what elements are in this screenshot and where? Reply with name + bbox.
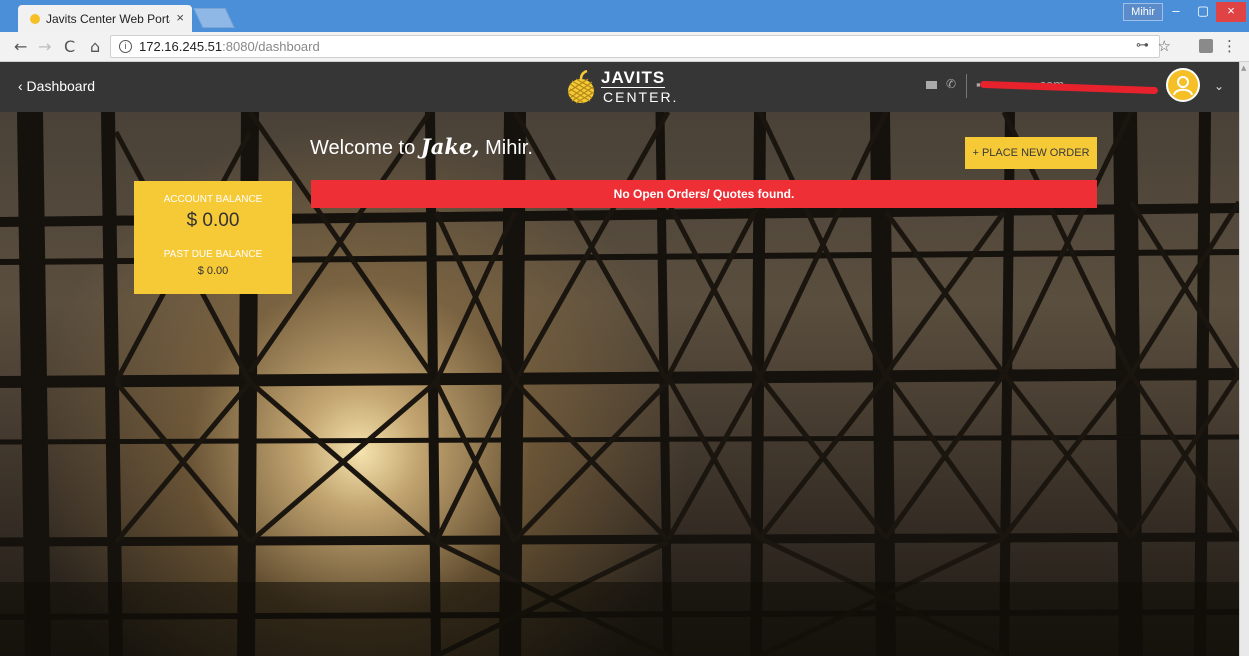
extension-icon[interactable] xyxy=(1199,39,1213,53)
app-header: ‹ Dashboard JAVITS CENTER. ✆ ▪▪▪▪▪▪▪▪▪▪▪… xyxy=(0,62,1239,112)
address-bar[interactable]: i 172.16.245.51:8080/dashboard xyxy=(110,35,1160,58)
past-due-balance-label: PAST DUE BALANCE xyxy=(163,249,263,260)
star-icon[interactable]: ☆ xyxy=(1158,37,1171,55)
dashboard-back-link[interactable]: ‹ Dashboard xyxy=(18,78,95,94)
welcome-prefix: Welcome to xyxy=(310,137,421,159)
menu-dots-icon[interactable]: ⋮ xyxy=(1222,37,1237,55)
past-due-balance-value: $ 0.00 xyxy=(197,265,229,277)
url-path: :8080/dashboard xyxy=(222,39,320,54)
browser-tab[interactable]: Javits Center Web Portal × xyxy=(18,5,192,32)
jake-brand-text: Jake, xyxy=(420,134,480,159)
profile-chip[interactable]: Mihir xyxy=(1123,3,1163,21)
dashboard-hero: Welcome to Jake, Mihir. + PLACE NEW ORDE… xyxy=(0,112,1239,656)
logo-wordmark: JAVITS xyxy=(601,68,666,88)
header-divider xyxy=(966,74,967,98)
favicon-icon xyxy=(30,14,40,24)
account-balance-label: ACCOUNT BALANCE xyxy=(163,194,263,205)
account-balance-value: $ 0.00 xyxy=(186,210,240,231)
minimize-button[interactable]: – xyxy=(1163,2,1189,22)
new-tab-button[interactable] xyxy=(193,8,235,28)
avatar[interactable] xyxy=(1166,68,1200,102)
redaction-mark xyxy=(979,80,1159,95)
chevron-down-icon[interactable]: ⌄ xyxy=(1214,79,1224,93)
reload-icon[interactable]: C xyxy=(64,37,75,56)
tab-close-icon[interactable]: × xyxy=(176,10,184,25)
phone-icon[interactable]: ✆ xyxy=(946,77,956,91)
javits-logo[interactable]: JAVITS CENTER. xyxy=(566,66,686,108)
browser-tabstrip: Javits Center Web Portal × Mihir – ▢ × xyxy=(0,0,1249,32)
tab-title: Javits Center Web Portal xyxy=(46,12,170,26)
apple-logo-icon xyxy=(567,70,595,104)
welcome-user-name: Mihir. xyxy=(479,137,533,159)
welcome-heading: Welcome to Jake, Mihir. xyxy=(310,134,533,160)
close-window-button[interactable]: × xyxy=(1216,2,1246,22)
browser-toolbar: ← → C ⌂ i 172.16.245.51:8080/dashboard ⊶… xyxy=(0,32,1249,62)
no-orders-alert: No Open Orders/ Quotes found. xyxy=(311,180,1097,208)
balance-card: ACCOUNT BALANCE $ 0.00 PAST DUE BALANCE … xyxy=(134,181,292,294)
scroll-up-icon[interactable]: ▲ xyxy=(1241,64,1246,72)
page-scrollbar[interactable]: ▲ xyxy=(1239,62,1249,656)
key-icon[interactable]: ⊶ xyxy=(1136,38,1149,53)
url-text: 172.16.245.51:8080/dashboard xyxy=(139,36,320,57)
place-new-order-button[interactable]: + PLACE NEW ORDER xyxy=(965,137,1097,169)
back-arrow-icon[interactable]: ← xyxy=(14,37,27,56)
mail-icon[interactable] xyxy=(926,81,937,89)
user-icon xyxy=(1173,76,1193,96)
maximize-button[interactable]: ▢ xyxy=(1190,2,1216,22)
url-host: 172.16.245.51 xyxy=(139,39,223,54)
info-icon[interactable]: i xyxy=(119,40,132,53)
home-icon[interactable]: ⌂ xyxy=(90,37,100,56)
logo-subtitle: CENTER. xyxy=(603,89,679,105)
forward-arrow-icon[interactable]: → xyxy=(38,37,51,56)
